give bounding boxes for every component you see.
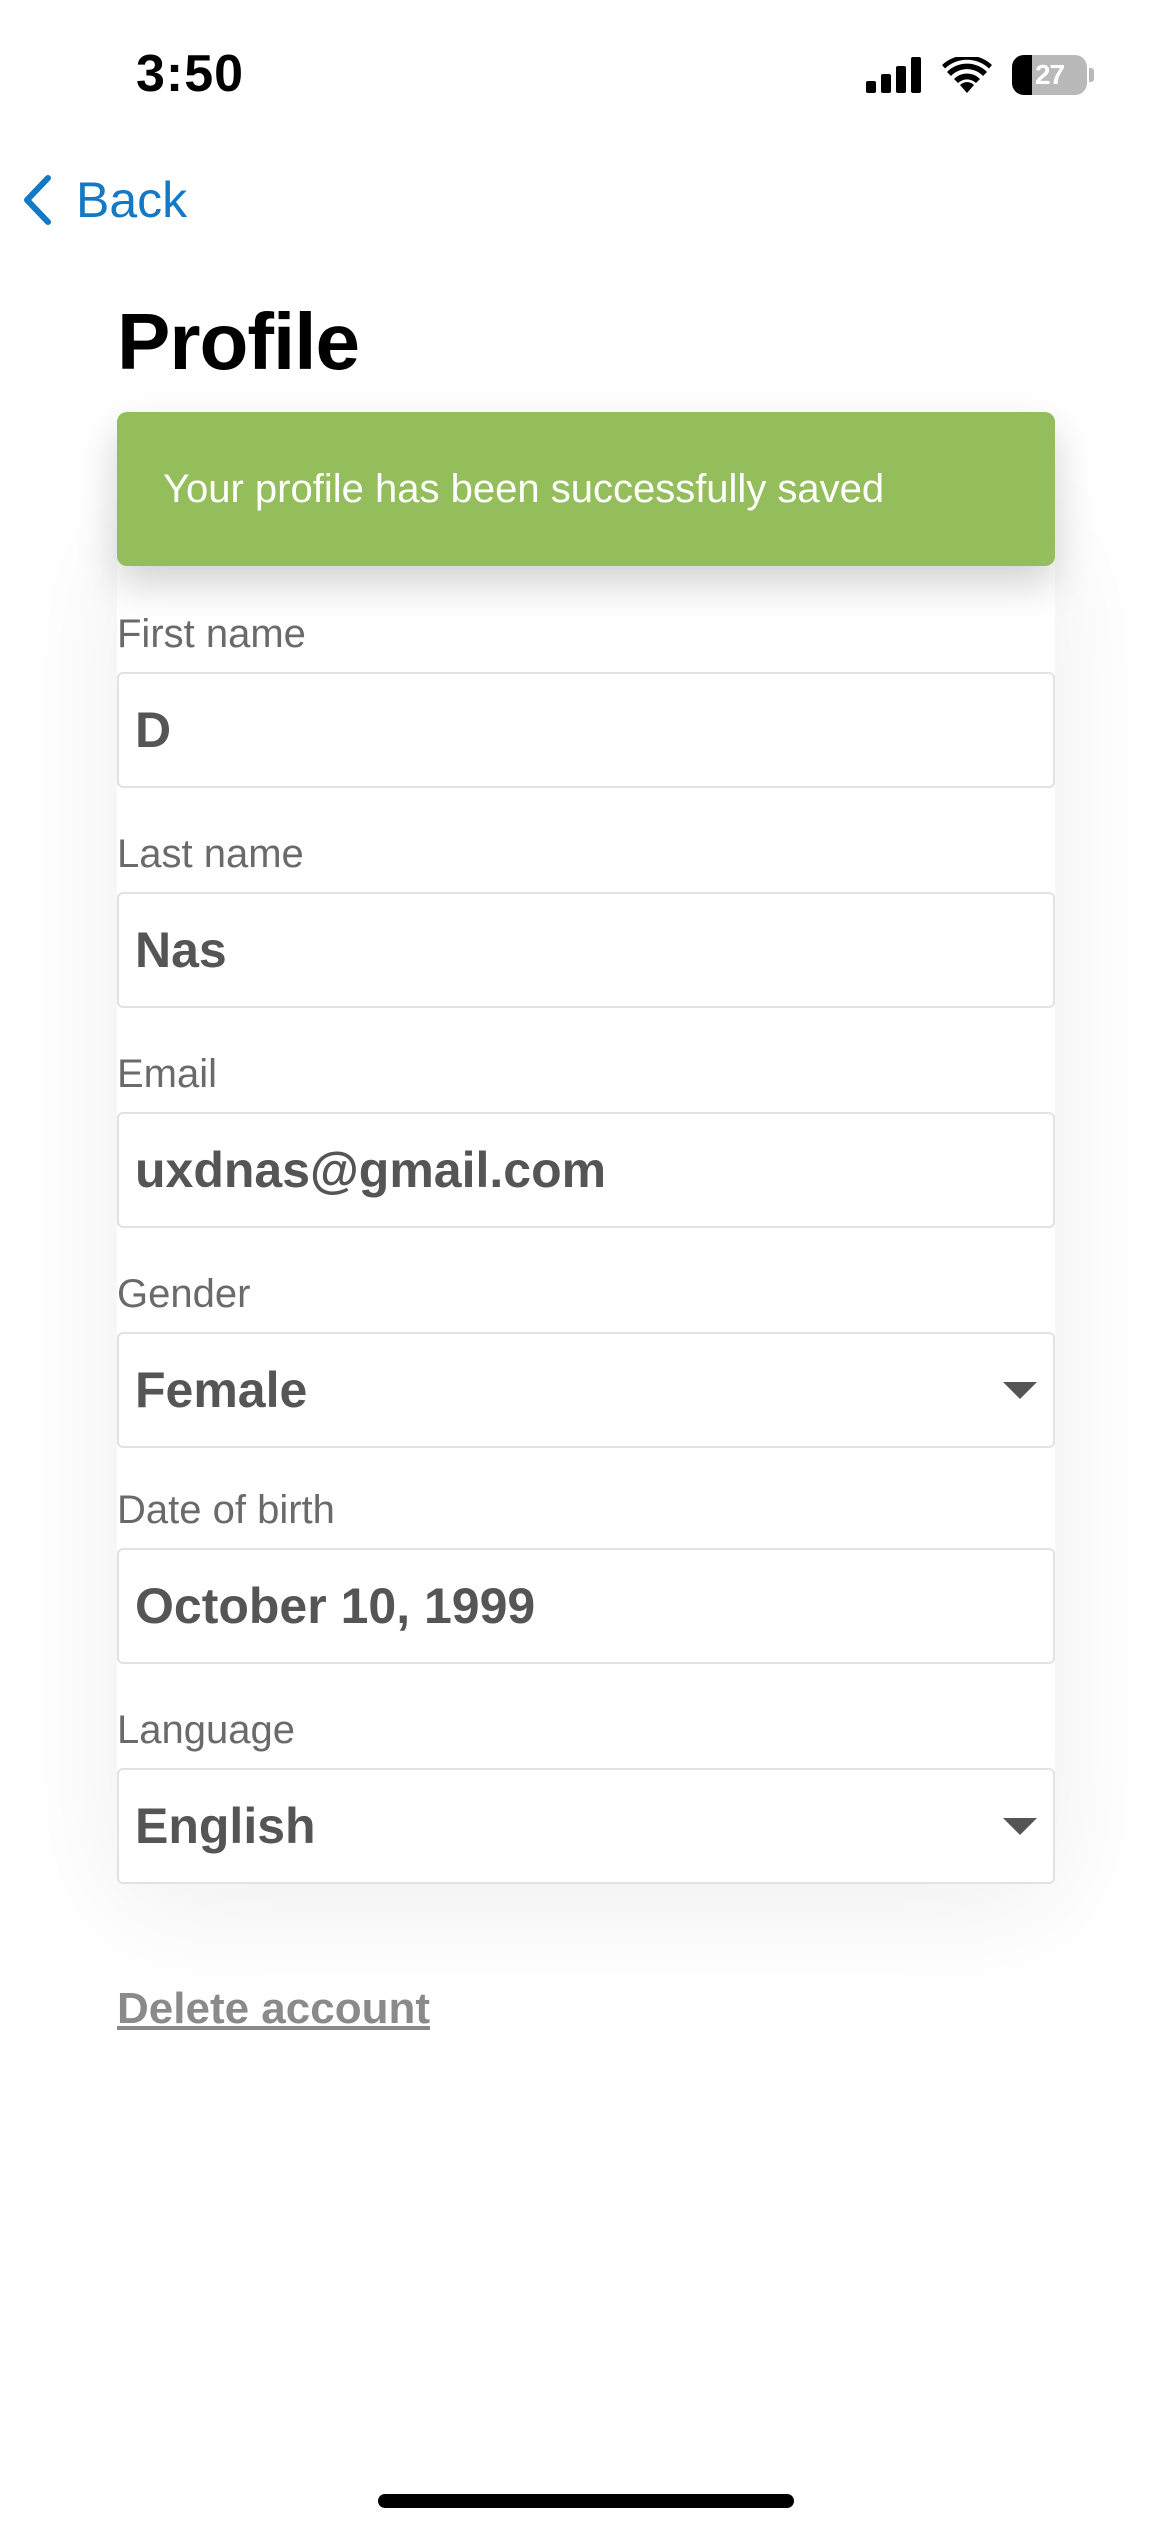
battery-cap <box>1089 68 1094 82</box>
profile-form: Your profile has been successfully saved… <box>117 412 1055 1912</box>
gender-value: Female <box>135 1362 308 1418</box>
profile-screen: 3:50 27 Back Profile Your profile has be… <box>0 0 1170 2532</box>
first-name-field-group: First name D <box>117 606 1055 788</box>
gender-field-group: Gender Female <box>117 1266 1055 1448</box>
email-label: Email <box>117 1052 218 1096</box>
dob-input[interactable]: October 10, 1999 <box>117 1548 1055 1664</box>
last-name-value: Nas <box>135 922 227 978</box>
last-name-input[interactable]: Nas <box>117 892 1055 1008</box>
toast-message: Your profile has been successfully saved <box>163 466 885 511</box>
page-title: Profile <box>117 297 360 386</box>
status-bar: 3:50 27 <box>0 0 1170 150</box>
battery-body: 27 <box>1012 55 1088 95</box>
email-input[interactable]: uxdnas@gmail.com <box>117 1112 1055 1228</box>
dob-value: October 10, 1999 <box>135 1578 536 1634</box>
last-name-field-group: Last name Nas <box>117 826 1055 1008</box>
dob-field-group: Date of birth October 10, 1999 <box>117 1482 1055 1664</box>
dob-label: Date of birth <box>117 1488 335 1532</box>
delete-account-link[interactable]: Delete account <box>117 1984 430 2034</box>
signal-icon <box>866 57 921 93</box>
language-field-group: Language English <box>117 1702 1055 1884</box>
last-name-label: Last name <box>117 832 304 876</box>
chevron-left-icon <box>24 175 51 225</box>
language-select[interactable]: English <box>117 1768 1055 1884</box>
battery-level: 27 <box>1034 59 1065 90</box>
caret-down-icon <box>1003 1818 1037 1835</box>
first-name-label: First name <box>117 612 306 656</box>
gender-label: Gender <box>117 1272 251 1316</box>
home-indicator[interactable] <box>378 2494 794 2508</box>
gender-select[interactable]: Female <box>117 1332 1055 1448</box>
language-label: Language <box>117 1708 295 1752</box>
first-name-input[interactable]: D <box>117 672 1055 788</box>
wifi-icon <box>942 57 992 93</box>
status-time: 3:50 <box>136 45 245 103</box>
battery-icon: 27 <box>1012 54 1094 96</box>
email-field-group: Email uxdnas@gmail.com <box>117 1046 1055 1228</box>
language-value: English <box>135 1798 316 1854</box>
back-button[interactable]: Back <box>22 168 187 232</box>
back-label: Back <box>76 172 188 228</box>
first-name-value: D <box>135 702 172 758</box>
caret-down-icon <box>1003 1382 1037 1399</box>
success-toast: Your profile has been successfully saved <box>117 412 1055 566</box>
email-value: uxdnas@gmail.com <box>135 1142 607 1198</box>
status-icons: 27 <box>866 54 1094 96</box>
